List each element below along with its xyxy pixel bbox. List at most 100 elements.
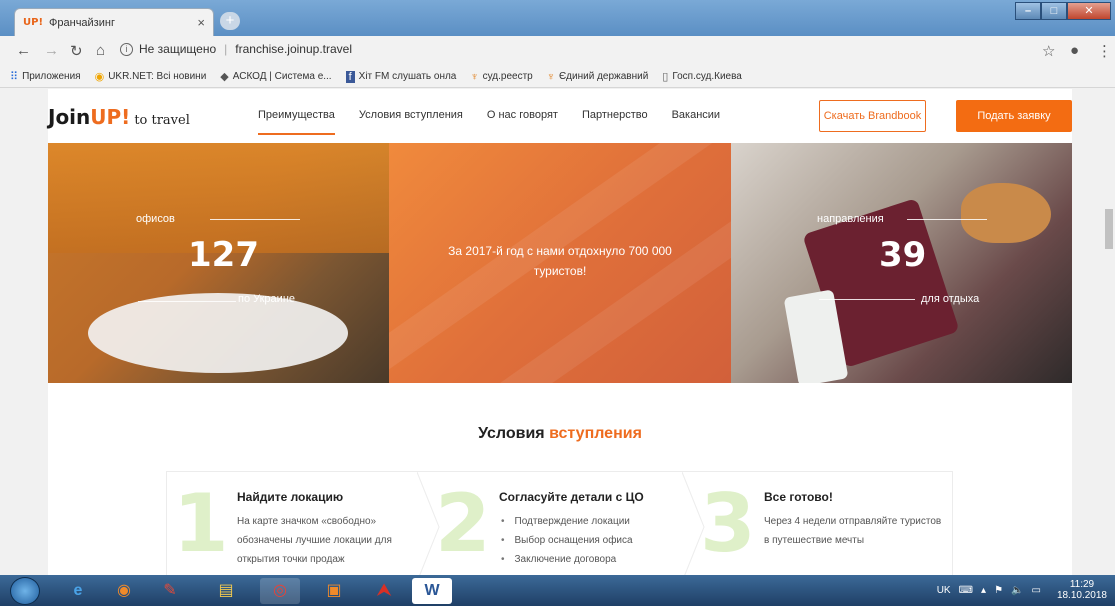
browser-tab[interactable]: UP! Франчайзинг × <box>14 8 214 36</box>
step-card: 2 Согласуйте детали с ЦО Подтверждение л… <box>429 472 705 575</box>
windows-taskbar: e ◉ ✎ ▤ ◎ ▣ ⮝ W UK ⌨ ▴ ⚑ 🔈 ▭ 11:29 18.10… <box>0 575 1115 606</box>
address-bar: ← → ↻ ⌂ i Не защищено | franchise.joinup… <box>0 36 1115 66</box>
step-title: Все готово! <box>764 490 833 504</box>
site-header: Join UP! to travel Преимущества Условия … <box>48 89 1072 143</box>
destinations-label: направления <box>817 213 884 225</box>
word-icon[interactable]: W <box>412 578 452 604</box>
keyboard-icon[interactable]: ⌨ <box>959 585 973 596</box>
bookmark-label: UKR.NET: Всі новини <box>108 71 207 82</box>
destinations-panel: направления 39 для отдыха <box>731 143 1072 383</box>
step-list: Подтверждение локации Выбор оснащения оф… <box>501 512 633 569</box>
security-label: Не защищено <box>139 42 217 56</box>
profile-icon[interactable]: ● <box>1070 42 1079 59</box>
askod-icon: ◆ <box>220 71 229 83</box>
tray-expand-icon[interactable]: ▴ <box>981 585 986 596</box>
info-icon[interactable]: i <box>120 42 133 56</box>
bookmark-label: АСКОД | Система е... <box>232 71 332 82</box>
flag-icon[interactable]: ⚑ <box>994 585 1003 596</box>
folder-icon[interactable]: ▤ <box>206 578 246 604</box>
menu-item-reviews[interactable]: О нас говорят <box>487 109 558 135</box>
menu-item-vacancies[interactable]: Вакансии <box>672 109 721 135</box>
window-controls: – □ ✕ <box>1015 2 1111 20</box>
url-field[interactable]: i Не защищено | franchise.joinup.travel <box>120 42 352 56</box>
joinup-favicon: UP! <box>23 17 44 28</box>
divider-line <box>210 219 300 220</box>
bookmark-label: Приложения <box>22 71 81 82</box>
system-tray: UK ⌨ ▴ ⚑ 🔈 ▭ 11:29 18.10.2018 <box>929 579 1107 601</box>
menu-dots-icon[interactable]: ⋮ <box>1097 42 1112 60</box>
apply-button[interactable]: Подать заявку <box>956 100 1072 132</box>
media-player-icon[interactable]: ▣ <box>314 578 354 604</box>
clock-date: 18.10.2018 <box>1056 590 1107 601</box>
logo-up: UP! <box>90 105 131 129</box>
list-item: Заключение договора <box>501 550 633 569</box>
menu-item-partnership[interactable]: Партнерство <box>582 109 648 135</box>
ie-icon[interactable]: e <box>58 578 98 604</box>
page-viewport: Join UP! to travel Преимущества Условия … <box>0 89 1115 575</box>
logo-to-travel: to travel <box>134 113 190 128</box>
volume-icon[interactable]: 🔈 <box>1011 585 1023 596</box>
bookmark-item[interactable]: ▯ Госп.суд.Киева <box>662 70 742 83</box>
bookmark-item[interactable]: ⠿ Приложения <box>10 70 81 83</box>
trident-icon: ♆ <box>546 70 555 83</box>
firefox-icon[interactable]: ◉ <box>104 578 144 604</box>
chrome-icon[interactable]: ◎ <box>260 578 300 604</box>
bookmark-item[interactable]: ◆ АСКОД | Система е... <box>220 70 331 83</box>
step-text: На карте значком «свободно» обозначены л… <box>237 516 392 565</box>
joinup-logo[interactable]: Join UP! to travel <box>48 105 190 129</box>
offices-label: офисов <box>136 213 175 225</box>
bookmark-item[interactable]: ♆ Єдиний державний <box>547 71 649 83</box>
menu-item-advantages[interactable]: Преимущества <box>258 109 335 135</box>
step-card: 3 Все готово! Через 4 недели отправляйте… <box>694 472 952 575</box>
forward-arrow-icon[interactable]: → <box>44 42 59 59</box>
url-separator: | <box>224 42 228 56</box>
destinations-sublabel: для отдыха <box>921 293 980 305</box>
maximize-button[interactable]: □ <box>1041 2 1067 20</box>
pastry-photo <box>961 183 1051 243</box>
reload-icon[interactable]: ↻ <box>70 42 83 60</box>
terms-title-main: Условия <box>478 425 545 442</box>
clock-time: 11:29 <box>1069 579 1095 590</box>
destinations-number: 39 <box>879 235 927 275</box>
bookmark-label: суд.реестр <box>482 71 533 82</box>
offices-sublabel: по Украине <box>238 293 296 305</box>
step-number: 3 <box>700 477 756 570</box>
back-arrow-icon[interactable]: ← <box>16 42 31 59</box>
bookmark-item[interactable]: f Хіт FM слушать онла <box>345 70 456 83</box>
apps-icon: ⠿ <box>10 71 19 83</box>
offices-panel: офисов 127 по Украине <box>48 143 389 383</box>
divider-line <box>138 301 236 302</box>
tourists-text: За 2017-й год с нами отдохнуло 700 000 т… <box>448 244 672 278</box>
network-icon[interactable]: ▭ <box>1031 585 1040 596</box>
page-scrollbar[interactable] <box>1103 89 1115 575</box>
logo-join: Join <box>48 105 91 129</box>
bookmark-label: Госп.суд.Киева <box>672 71 742 82</box>
ukrnet-icon: ◉ <box>94 71 105 83</box>
scrollbar-thumb[interactable] <box>1105 209 1113 249</box>
paint-icon[interactable]: ✎ <box>150 578 190 604</box>
list-item: Подтверждение локации <box>501 512 633 531</box>
bookmark-star-icon[interactable]: ☆ <box>1042 42 1055 60</box>
new-tab-button[interactable]: + <box>220 12 240 30</box>
language-indicator[interactable]: UK <box>937 585 951 596</box>
menu-item-conditions[interactable]: Условия вступления <box>359 109 463 135</box>
step-number: 1 <box>173 477 229 570</box>
start-button[interactable] <box>10 577 40 605</box>
url-text: franchise.joinup.travel <box>235 42 352 56</box>
page-icon: ▯ <box>662 71 669 83</box>
download-brandbook-button[interactable]: Скачать Brandbook <box>819 100 926 132</box>
close-window-button[interactable]: ✕ <box>1067 2 1111 20</box>
bookmark-item[interactable]: ◉ UKR.NET: Всі новини <box>95 70 207 83</box>
offices-number: 127 <box>188 235 259 275</box>
step-number: 2 <box>435 477 491 570</box>
step-title: Согласуйте детали с ЦО <box>499 490 644 504</box>
clock[interactable]: 11:29 18.10.2018 <box>1049 579 1107 601</box>
home-icon[interactable]: ⌂ <box>96 42 105 59</box>
bookmark-item[interactable]: ♆ суд.реестр <box>470 71 532 83</box>
minimize-button[interactable]: – <box>1015 2 1041 20</box>
pdf-reader-icon[interactable]: ⮝ <box>364 578 404 604</box>
trident-icon: ♆ <box>470 70 479 83</box>
steps-row: 1 Найдите локацию На карте значком «своб… <box>166 471 953 575</box>
divider-line <box>907 219 987 220</box>
tab-close-icon[interactable]: × <box>197 15 205 30</box>
